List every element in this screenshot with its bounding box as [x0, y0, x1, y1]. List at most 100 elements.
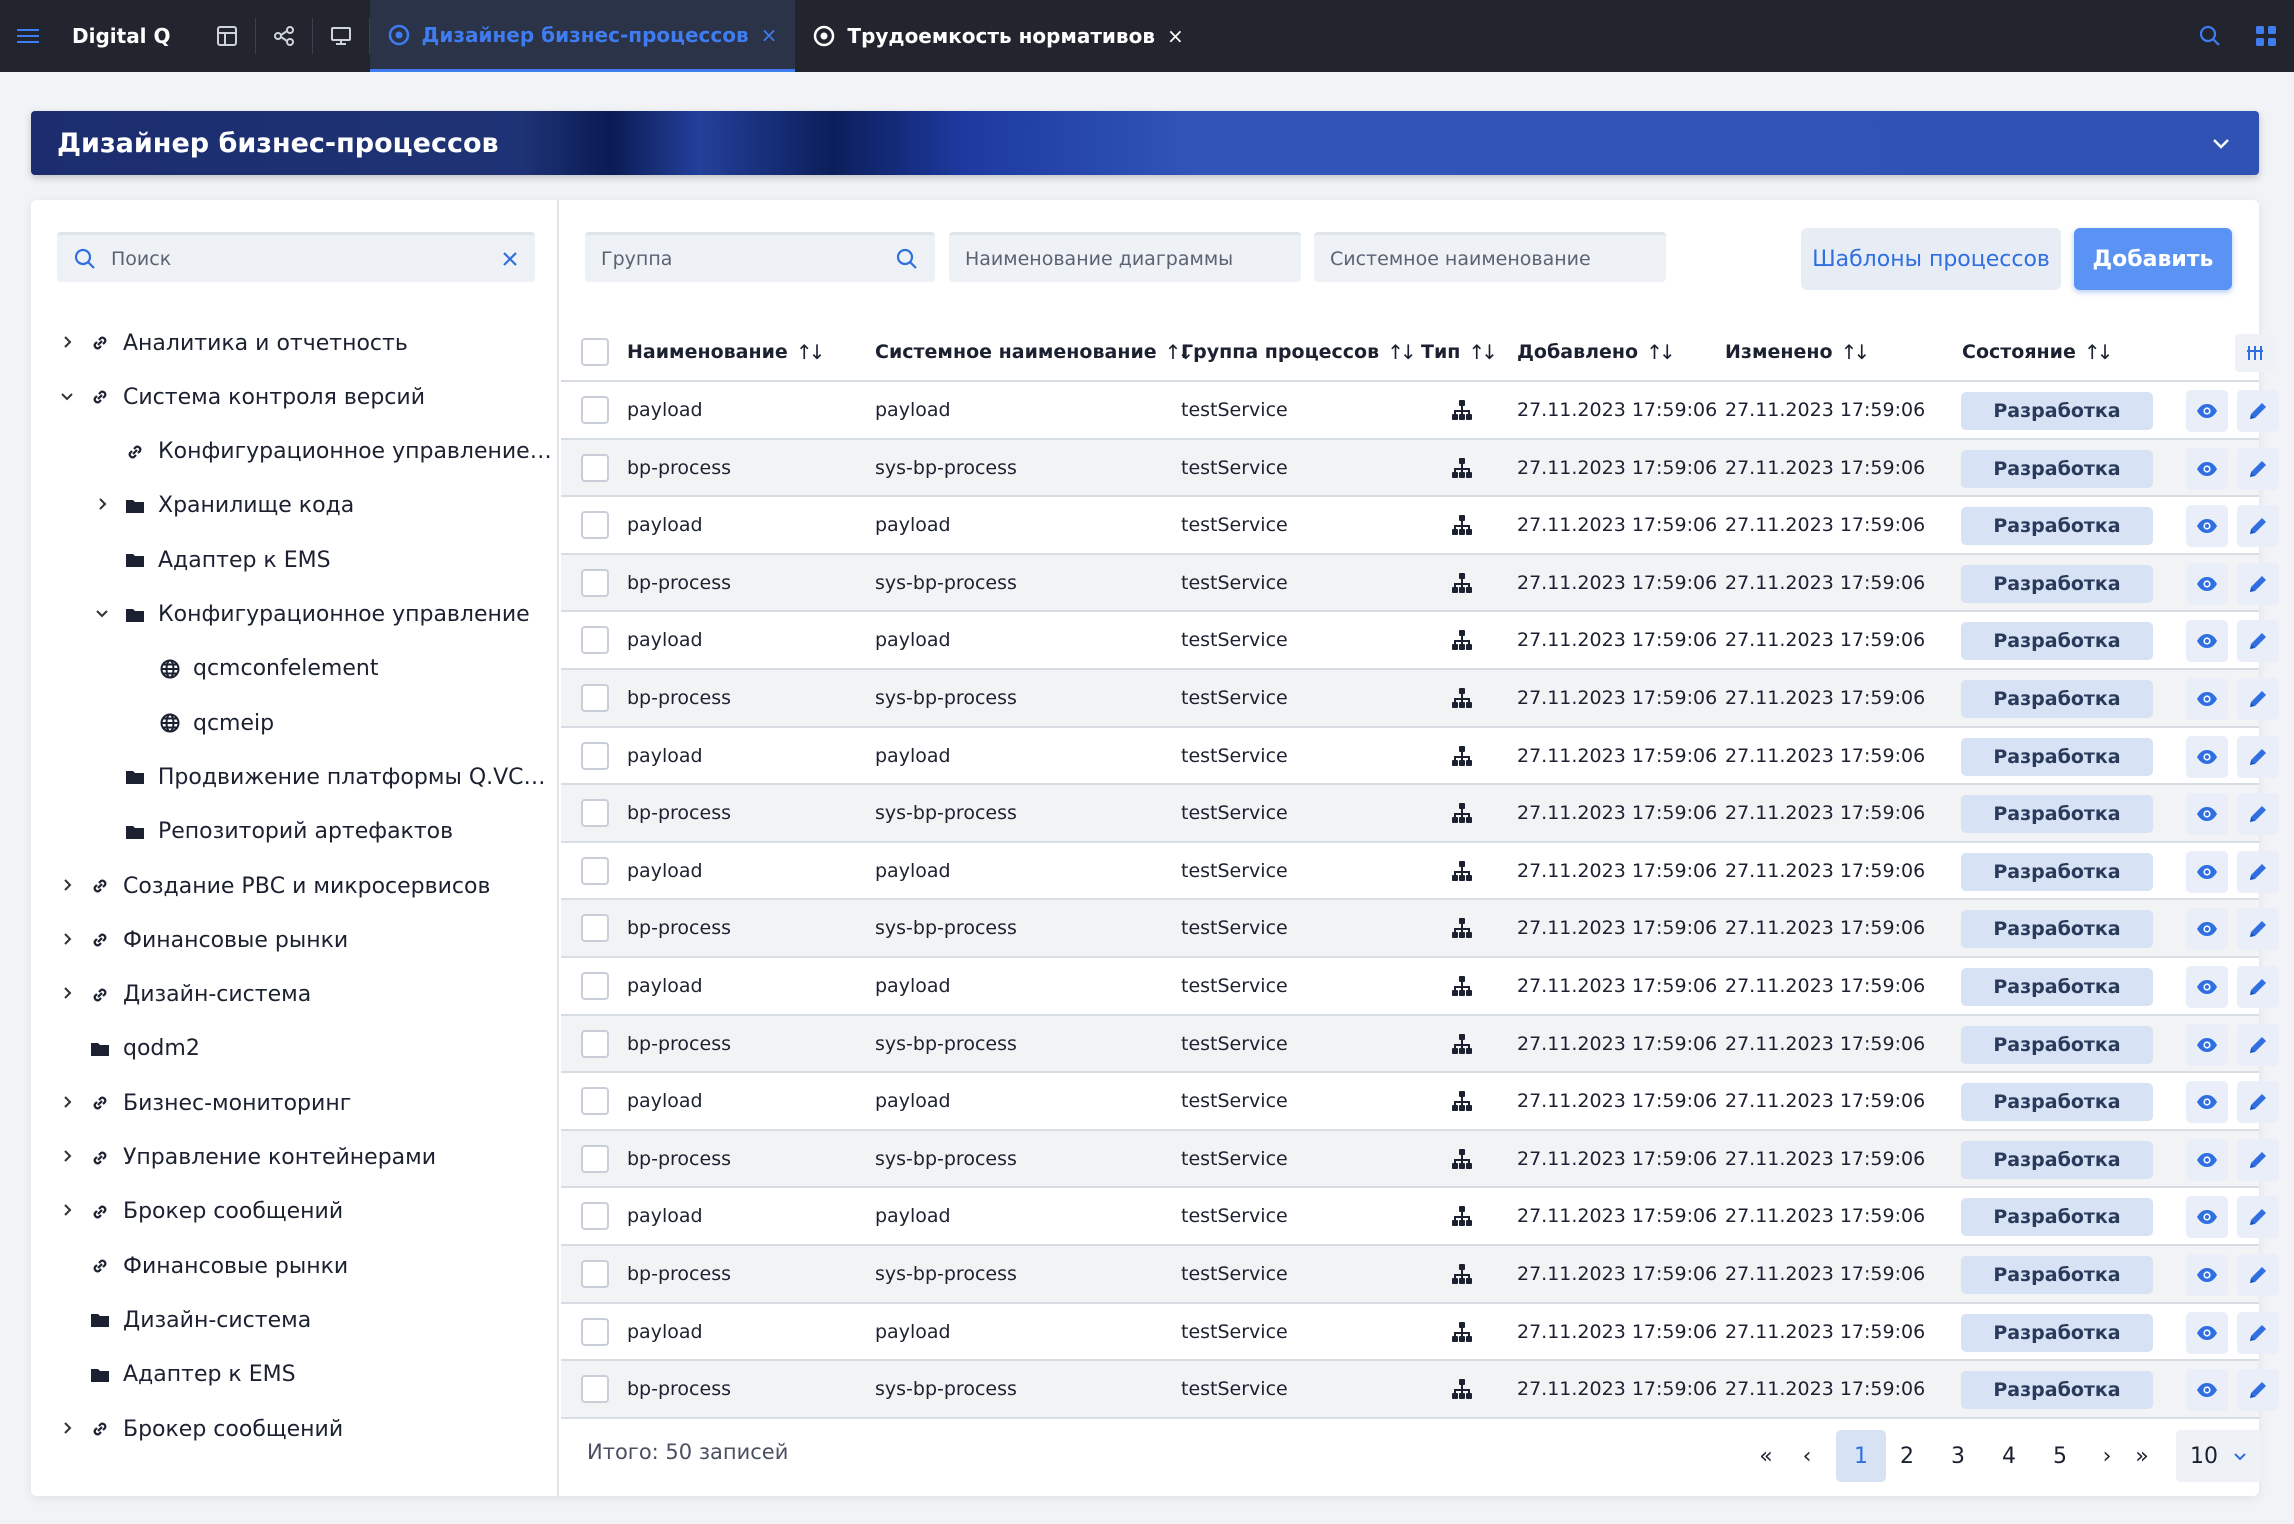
page-1-button[interactable]: 1 — [1836, 1430, 1886, 1482]
tree-item[interactable]: Финансовые рынки — [57, 913, 348, 967]
edit-pencil-icon[interactable] — [2237, 562, 2279, 605]
sort-icon[interactable]: ↑↓ — [1387, 340, 1416, 364]
view-eye-icon[interactable] — [2186, 562, 2228, 605]
page-2-button[interactable]: 2 — [1887, 1430, 1927, 1482]
table-row[interactable]: payload payload testService 27.11.2023 17:5… — [561, 1188, 2279, 1246]
view-eye-icon[interactable] — [2186, 447, 2228, 490]
edit-pencil-icon[interactable] — [2237, 1311, 2279, 1354]
edit-pencil-icon[interactable] — [2237, 1023, 2279, 1066]
tree-item[interactable]: Хранилище кода — [92, 479, 354, 533]
table-row[interactable]: bp-process sys-bp-process testService 27.11… — [561, 670, 2279, 728]
chevron-right-icon[interactable] — [57, 1091, 77, 1116]
add-button[interactable]: Добавить — [2074, 228, 2232, 290]
tree-item[interactable]: Финансовые рынки — [57, 1239, 348, 1293]
chevron-down-icon[interactable] — [2209, 131, 2233, 155]
row-checkbox[interactable] — [581, 568, 609, 597]
edit-pencil-icon[interactable] — [2237, 678, 2279, 720]
chevron-down-icon[interactable] — [92, 602, 112, 627]
view-eye-icon[interactable] — [2186, 850, 2228, 893]
next-page-button[interactable]: › — [2087, 1430, 2127, 1482]
row-checkbox[interactable] — [581, 626, 609, 655]
view-eye-icon[interactable] — [2186, 678, 2228, 720]
row-checkbox[interactable] — [581, 799, 609, 828]
table-row[interactable]: payload payload testService 27.11.2023 17:5… — [561, 958, 2279, 1016]
edit-pencil-icon[interactable] — [2237, 505, 2279, 548]
table-row[interactable]: payload payload testService 27.11.2023 17:5… — [561, 1304, 2279, 1362]
col-changed[interactable]: Изменено ↑↓ — [1725, 322, 1870, 382]
sort-icon[interactable]: ↑↓ — [1468, 340, 1497, 364]
first-page-button[interactable]: « — [1746, 1430, 1786, 1482]
tree-search-input[interactable]: Поиск — [57, 232, 535, 282]
tree-item[interactable]: Бизнес-мониторинг — [57, 1076, 351, 1130]
tree-item[interactable]: Конфигурационное управление — [92, 588, 530, 642]
prev-page-button[interactable]: ‹ — [1787, 1430, 1827, 1482]
col-name[interactable]: Наименование ↑↓ — [627, 322, 825, 382]
table-row[interactable]: bp-process sys-bp-process testService 27.11… — [561, 1130, 2279, 1189]
edit-pencil-icon[interactable] — [2237, 908, 2279, 951]
row-checkbox[interactable] — [581, 1202, 609, 1231]
tree-item[interactable]: qcmconfelement — [127, 642, 378, 696]
table-row[interactable]: bp-process sys-bp-process testService 27.11… — [561, 1015, 2279, 1074]
chevron-right-icon[interactable] — [57, 1199, 77, 1224]
chevron-right-icon[interactable] — [57, 1145, 77, 1170]
table-row[interactable]: payload payload testService 27.11.2023 17:5… — [561, 843, 2279, 901]
view-eye-icon[interactable] — [2186, 735, 2228, 778]
system-name-filter-input[interactable]: Системное наименование — [1314, 232, 1666, 282]
col-process-group[interactable]: Группа процессов ↑↓ — [1181, 322, 1417, 382]
view-eye-icon[interactable] — [2186, 505, 2228, 548]
col-added[interactable]: Добавлено ↑↓ — [1517, 322, 1676, 382]
chevron-down-icon[interactable] — [57, 385, 77, 410]
diagram-name-filter-input[interactable]: Наименование диаграммы — [949, 232, 1301, 282]
edit-pencil-icon[interactable] — [2237, 850, 2279, 893]
search-icon[interactable] — [2182, 0, 2238, 72]
sort-icon[interactable]: ↑↓ — [1646, 340, 1675, 364]
page-4-button[interactable]: 4 — [1989, 1430, 2029, 1482]
tree-item[interactable]: qcmeip — [127, 696, 274, 750]
row-checkbox[interactable] — [581, 1087, 609, 1116]
sort-icon[interactable]: ↑↓ — [1841, 340, 1870, 364]
chevron-right-icon[interactable] — [57, 874, 77, 899]
sort-icon[interactable]: ↑↓ — [796, 340, 825, 364]
apps-grid-icon[interactable] — [2238, 0, 2294, 72]
layout-icon[interactable] — [199, 0, 255, 72]
sort-icon[interactable]: ↑↓ — [2084, 340, 2113, 364]
tree-item[interactable]: Продвижение платформы Q.VCS… — [92, 750, 557, 804]
chevron-right-icon[interactable] — [57, 982, 77, 1007]
table-row[interactable]: bp-process sys-bp-process testService 27.11… — [561, 1246, 2279, 1304]
tree-item[interactable]: Репозиторий артефактов — [92, 805, 453, 859]
close-tab-icon[interactable]: × — [761, 23, 778, 47]
view-eye-icon[interactable] — [2186, 1254, 2228, 1296]
table-row[interactable]: payload payload testService 27.11.2023 17:5… — [561, 612, 2279, 670]
edit-pencil-icon[interactable] — [2237, 1254, 2279, 1296]
tree-item[interactable]: Система контроля версий — [57, 370, 425, 424]
view-eye-icon[interactable] — [2186, 793, 2228, 836]
chevron-right-icon[interactable] — [57, 331, 77, 356]
group-filter-input[interactable]: Группа — [585, 232, 935, 282]
edit-pencil-icon[interactable] — [2237, 1196, 2279, 1239]
tree-item[interactable]: Аналитика и отчетность — [57, 316, 408, 370]
clear-search-icon[interactable] — [501, 250, 519, 268]
tree-item[interactable]: Конфигурационное управление… — [92, 425, 552, 479]
view-eye-icon[interactable] — [2186, 1023, 2228, 1066]
edit-pencil-icon[interactable] — [2237, 1081, 2279, 1124]
view-eye-icon[interactable] — [2186, 908, 2228, 951]
tree-item[interactable]: Дизайн-система — [57, 1293, 311, 1347]
tree-item[interactable]: Адаптер к EMS — [57, 1348, 296, 1402]
edit-pencil-icon[interactable] — [2237, 447, 2279, 490]
row-checkbox[interactable] — [581, 914, 609, 943]
table-row[interactable]: payload payload testService 27.11.2023 17:5… — [561, 497, 2279, 555]
table-row[interactable]: payload payload testService 27.11.2023 17:5… — [561, 728, 2279, 786]
select-all-checkbox[interactable] — [581, 338, 609, 366]
tree-item[interactable]: Адаптер к EMS — [92, 533, 331, 587]
edit-pencil-icon[interactable] — [2237, 735, 2279, 778]
view-eye-icon[interactable] — [2186, 390, 2228, 432]
col-type[interactable]: Тип ↑↓ — [1421, 322, 1498, 382]
process-templates-button[interactable]: Шаблоны процессов — [1801, 228, 2061, 290]
tree-item[interactable]: Брокер сообщений — [57, 1402, 343, 1456]
column-settings-icon[interactable] — [2235, 334, 2275, 372]
tree-item[interactable]: Брокер сообщений — [57, 1185, 343, 1239]
row-checkbox[interactable] — [581, 511, 609, 540]
table-row[interactable]: payload payload testService 27.11.2023 17:5… — [561, 382, 2279, 440]
page-5-button[interactable]: 5 — [2040, 1430, 2080, 1482]
col-status[interactable]: Состояние ↑↓ — [1962, 322, 2113, 382]
